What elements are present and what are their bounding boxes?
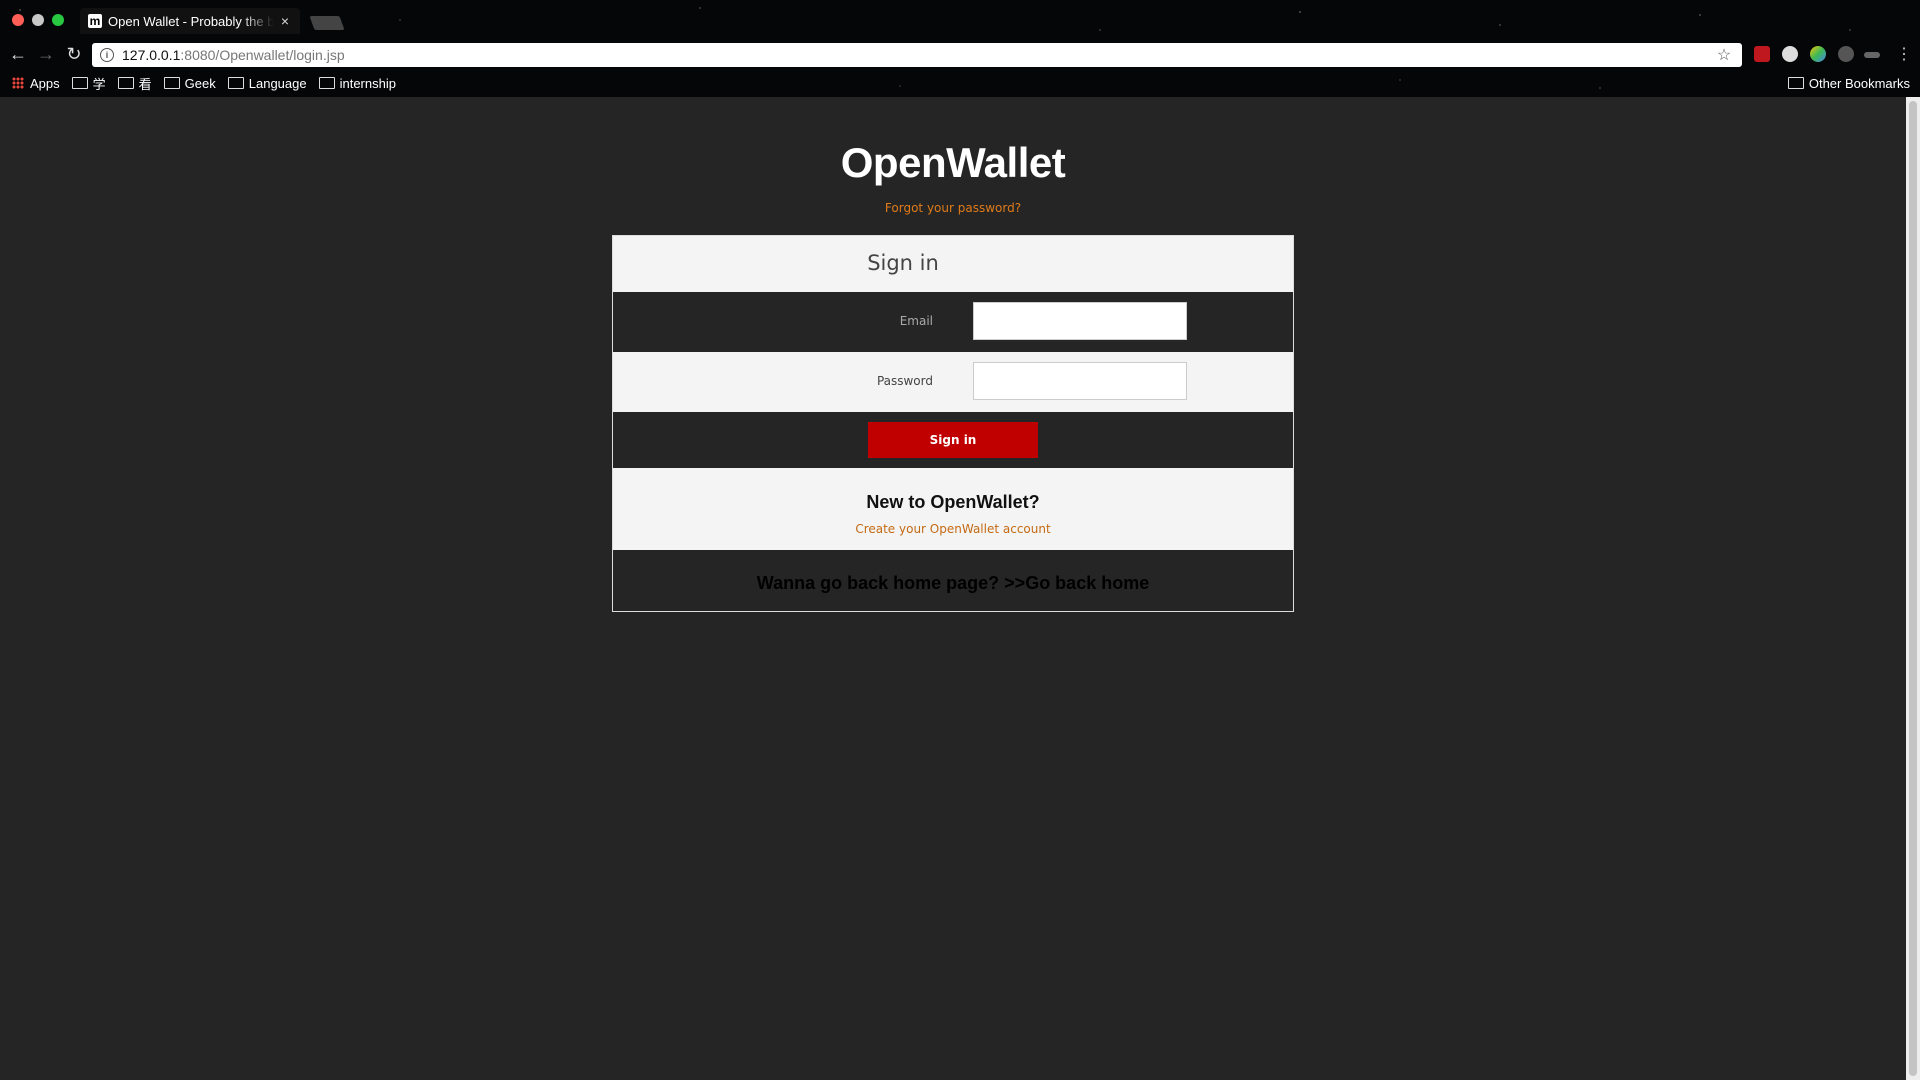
url-path: :8080/Openwallet/login.jsp bbox=[180, 47, 345, 63]
bookmark-folder[interactable]: Geek bbox=[163, 75, 216, 91]
tab-close-icon[interactable]: × bbox=[278, 13, 292, 29]
folder-icon bbox=[1787, 77, 1804, 89]
window-minimize-button[interactable] bbox=[32, 14, 44, 26]
back-arrow-icon[interactable]: ← bbox=[8, 44, 28, 64]
page-scrollbar[interactable] bbox=[1906, 97, 1920, 1080]
browser-chrome: m Open Wallet - Probably the be × ← → ↻ … bbox=[0, 0, 1920, 97]
bookmark-label: Apps bbox=[30, 75, 60, 91]
bookmark-label: internship bbox=[339, 75, 396, 91]
folder-icon bbox=[318, 77, 335, 89]
extension-icon[interactable] bbox=[1754, 46, 1770, 62]
folder-icon bbox=[71, 77, 88, 89]
home-text: Wanna go back home page? >>Go back home bbox=[613, 573, 1293, 594]
signin-heading: Sign in bbox=[867, 251, 939, 275]
bookmark-star-icon[interactable]: ☆ bbox=[1714, 45, 1734, 65]
forgot-password-link[interactable]: Forgot your password? bbox=[0, 201, 1906, 215]
folder-icon bbox=[117, 77, 134, 89]
submit-row: Sign in bbox=[613, 412, 1293, 468]
site-info-icon[interactable]: i bbox=[100, 48, 114, 62]
folder-icon bbox=[227, 77, 244, 89]
window-maximize-button[interactable] bbox=[52, 14, 64, 26]
site-logo: OpenWallet bbox=[840, 139, 1066, 186]
signin-button[interactable]: Sign in bbox=[868, 422, 1038, 458]
bookmark-label: 学 bbox=[92, 76, 106, 92]
browser-tab[interactable]: m Open Wallet - Probably the be × bbox=[80, 8, 300, 34]
apps-grid-icon bbox=[12, 77, 24, 89]
url-host: 127.0.0.1 bbox=[122, 47, 181, 63]
reload-icon[interactable]: ↻ bbox=[64, 44, 84, 64]
window-close-button[interactable] bbox=[12, 14, 24, 26]
bookmark-label: Geek bbox=[184, 75, 216, 91]
tab-favicon-icon: m bbox=[88, 14, 102, 28]
extension-icon[interactable] bbox=[1810, 46, 1826, 62]
url-text[interactable]: 127.0.0.1:8080/Openwallet/login.jsp bbox=[122, 47, 1714, 63]
home-prefix: Wanna go back home page? >> bbox=[756, 573, 1026, 593]
password-row: Password bbox=[613, 352, 1293, 412]
scrollbar-thumb[interactable] bbox=[1909, 101, 1917, 1076]
signup-heading: New to OpenWallet? bbox=[866, 492, 1040, 512]
bookmark-folder[interactable]: 学 bbox=[71, 74, 106, 93]
bookmark-label: 看 bbox=[138, 76, 152, 92]
extension-icon[interactable] bbox=[1838, 46, 1854, 62]
bookmark-label: Other Bookmarks bbox=[1808, 75, 1910, 91]
login-card: Sign in Email Password Sign in New to Op… bbox=[612, 235, 1294, 612]
page-content: OpenWallet Forgot your password? Sign in… bbox=[0, 97, 1906, 1080]
extension-icon[interactable] bbox=[1782, 46, 1798, 62]
bookmark-folder[interactable]: internship bbox=[318, 75, 396, 91]
bookmarks-bar: Apps 学 看 Geek Language internship Other … bbox=[0, 72, 1920, 94]
folder-icon bbox=[163, 77, 180, 89]
create-account-link[interactable]: Create your OpenWallet account bbox=[613, 522, 1293, 536]
extension-icon[interactable] bbox=[1864, 52, 1880, 58]
signup-section: New to OpenWallet? Create your OpenWalle… bbox=[613, 468, 1293, 550]
bookmark-label: Language bbox=[248, 75, 307, 91]
bookmark-folder[interactable]: Language bbox=[227, 75, 307, 91]
email-row: Email bbox=[613, 292, 1293, 352]
forward-arrow-icon[interactable]: → bbox=[36, 44, 56, 64]
new-tab-button[interactable] bbox=[309, 16, 345, 30]
address-bar[interactable]: i 127.0.0.1:8080/Openwallet/login.jsp ☆ bbox=[92, 43, 1742, 67]
email-field[interactable] bbox=[973, 302, 1187, 340]
bookmark-apps[interactable]: Apps bbox=[12, 76, 60, 91]
email-label: Email bbox=[899, 314, 933, 328]
card-header: Sign in bbox=[613, 236, 1293, 292]
password-field[interactable] bbox=[973, 362, 1187, 400]
bookmark-folder[interactable]: 看 bbox=[117, 74, 152, 93]
tab-title: Open Wallet - Probably the be bbox=[108, 13, 274, 29]
home-section: Wanna go back home page? >>Go back home bbox=[613, 550, 1293, 611]
browser-menu-icon[interactable]: ⋮ bbox=[1896, 44, 1912, 64]
password-label: Password bbox=[876, 374, 933, 388]
other-bookmarks[interactable]: Other Bookmarks bbox=[1787, 72, 1910, 94]
go-back-home-link[interactable]: Go back home bbox=[1025, 573, 1149, 593]
